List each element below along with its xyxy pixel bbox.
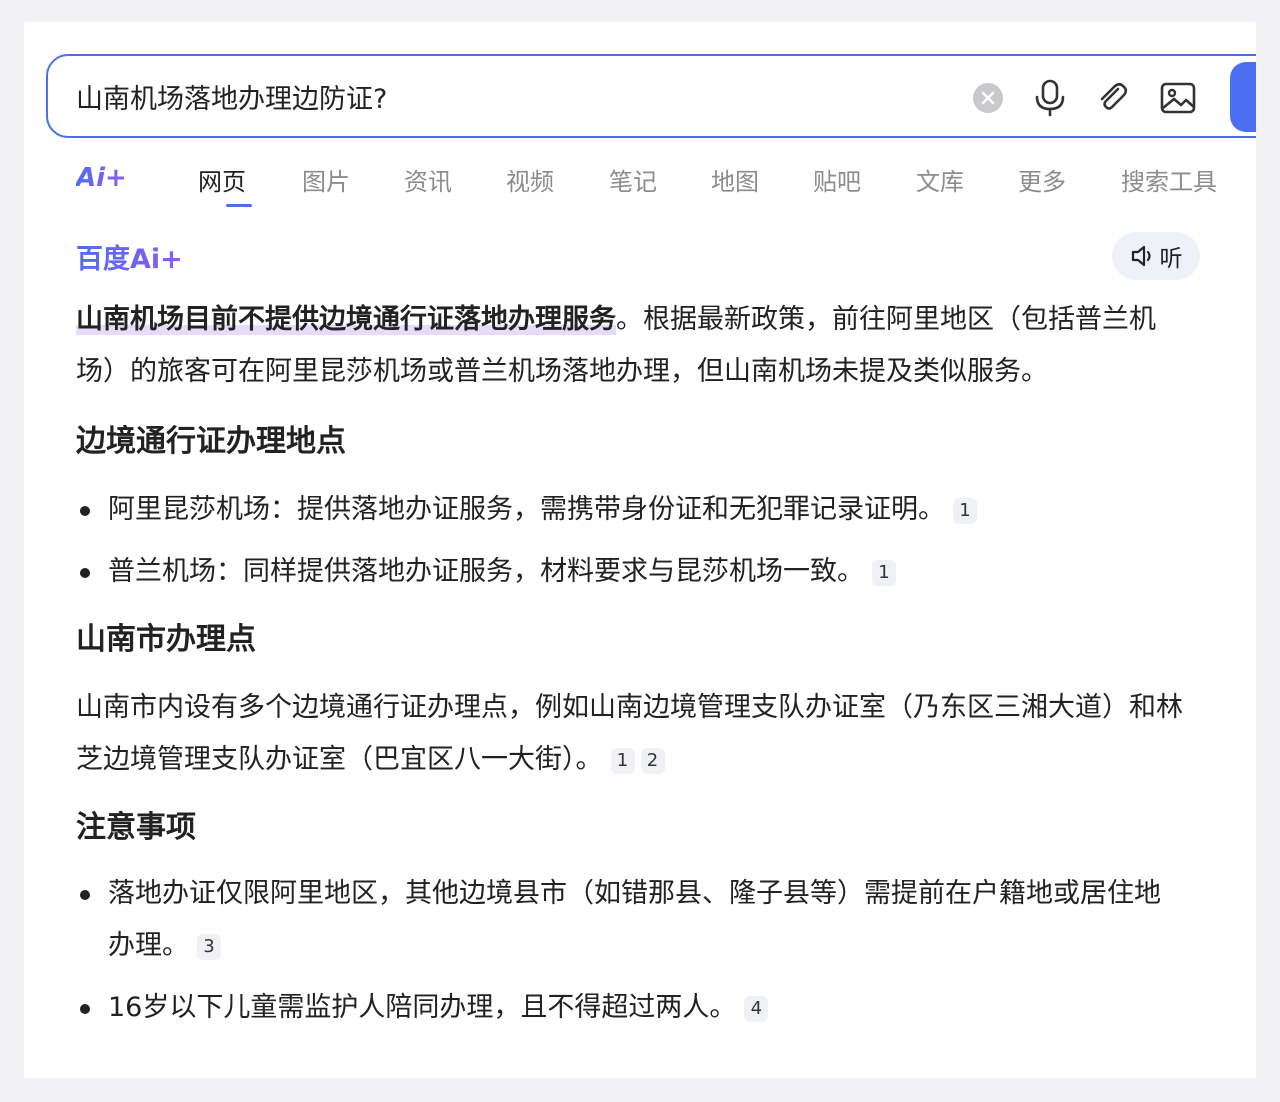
summary-highlight: 山南机场目前不提供边境通行证落地办理服务 xyxy=(76,304,616,335)
listen-button[interactable]: 听 xyxy=(1112,232,1200,280)
tab-tieba[interactable]: 贴吧 xyxy=(813,162,861,197)
clear-icon xyxy=(973,83,1003,113)
tab-search-tools[interactable]: 搜索工具 xyxy=(1121,162,1217,197)
locations-list: 阿里昆莎机场：提供落地办证服务，需携带身份证和无犯罪记录证明。 1 普兰机场：同样… xyxy=(76,484,1186,598)
citation-badge[interactable]: 3 xyxy=(197,933,221,960)
baidu-ai-logo-text: 百度Ai+ xyxy=(76,243,183,275)
list-item: 16岁以下儿童需监护人陪同办理，且不得超过两人。 4 xyxy=(76,982,1186,1034)
speaker-icon xyxy=(1131,245,1151,267)
listen-label: 听 xyxy=(1159,246,1183,272)
baidu-ai-logo: 百度Ai+ xyxy=(76,243,183,275)
bullet-dot xyxy=(80,890,90,900)
image-icon xyxy=(1160,82,1196,114)
list-item: 普兰机场：同样提供落地办证服务，材料要求与昆莎机场一致。 1 xyxy=(76,546,1186,598)
list-item-text: 阿里昆莎机场：提供落地办证服务，需携带身份证和无犯罪记录证明。 xyxy=(108,494,945,525)
tab-notes[interactable]: 笔记 xyxy=(609,162,657,197)
attach-file-button[interactable] xyxy=(1091,76,1135,120)
search-input[interactable] xyxy=(76,74,936,118)
bullet-dot xyxy=(80,1004,90,1014)
search-results-card: Ai+ 网页 图片 资讯 视频 笔记 地图 贴吧 文库 更多 搜索工具 百度Ai… xyxy=(24,22,1256,1078)
active-tab-indicator xyxy=(226,204,252,207)
shannan-paragraph: 山南市内设有多个边境通行证办理点，例如山南边境管理支队办证室（乃东区三湘大道）和… xyxy=(76,682,1186,786)
tab-news[interactable]: 资讯 xyxy=(404,162,452,197)
citation-badge[interactable]: 2 xyxy=(640,747,665,774)
bullet-dot xyxy=(80,506,90,516)
list-item: 落地办证仅限阿里地区，其他边境县市（如错那县、隆子县等）需提前在户籍地或居住地办… xyxy=(76,868,1186,972)
tab-images[interactable]: 图片 xyxy=(302,162,350,197)
ai-tab-text: Ai+ xyxy=(76,163,127,193)
answer-summary: 山南机场目前不提供边境通行证落地办理服务。根据最新政策，前往阿里地区（包括普兰机… xyxy=(76,294,1186,398)
notes-list: 落地办证仅限阿里地区，其他边境县市（如错那县、隆子县等）需提前在户籍地或居住地办… xyxy=(76,868,1186,1034)
tab-maps[interactable]: 地图 xyxy=(711,162,759,197)
voice-search-button[interactable] xyxy=(1028,76,1072,120)
citation-badge[interactable]: 1 xyxy=(610,747,635,774)
section-heading-locations: 边境通行证办理地点 xyxy=(76,424,346,459)
citation-badge[interactable]: 1 xyxy=(953,497,977,524)
search-bar xyxy=(46,54,1256,138)
citation-badge[interactable]: 1 xyxy=(872,559,896,586)
tab-videos[interactable]: 视频 xyxy=(506,162,554,197)
image-search-button[interactable] xyxy=(1156,76,1200,120)
list-item-text: 普兰机场：同样提供落地办证服务，材料要求与昆莎机场一致。 xyxy=(108,556,864,587)
tab-wenku[interactable]: 文库 xyxy=(916,162,964,197)
list-item: 阿里昆莎机场：提供落地办证服务，需携带身份证和无犯罪记录证明。 1 xyxy=(76,484,1186,536)
ai-plus-icon: Ai+ xyxy=(76,163,127,193)
section-heading-notes: 注意事项 xyxy=(76,810,196,845)
tab-web[interactable]: 网页 xyxy=(198,162,246,197)
list-item-text: 落地办证仅限阿里地区，其他边境县市（如错那县、隆子县等）需提前在户籍地或居住地办… xyxy=(108,878,1161,961)
clear-button[interactable] xyxy=(966,76,1010,120)
ai-answer-content: 山南机场目前不提供边境通行证落地办理服务。根据最新政策，前往阿里地区（包括普兰机… xyxy=(76,294,1186,1034)
microphone-icon xyxy=(1035,79,1065,117)
citation-badge[interactable]: 4 xyxy=(744,995,769,1022)
bullet-dot xyxy=(80,568,90,578)
tab-more[interactable]: 更多 xyxy=(1018,162,1066,197)
list-item-text: 16岁以下儿童需监护人陪同办理，且不得超过两人。 xyxy=(108,992,737,1023)
paperclip-icon xyxy=(1100,82,1128,110)
search-submit-button[interactable] xyxy=(1230,62,1256,132)
section-heading-shannan: 山南市办理点 xyxy=(76,622,256,657)
